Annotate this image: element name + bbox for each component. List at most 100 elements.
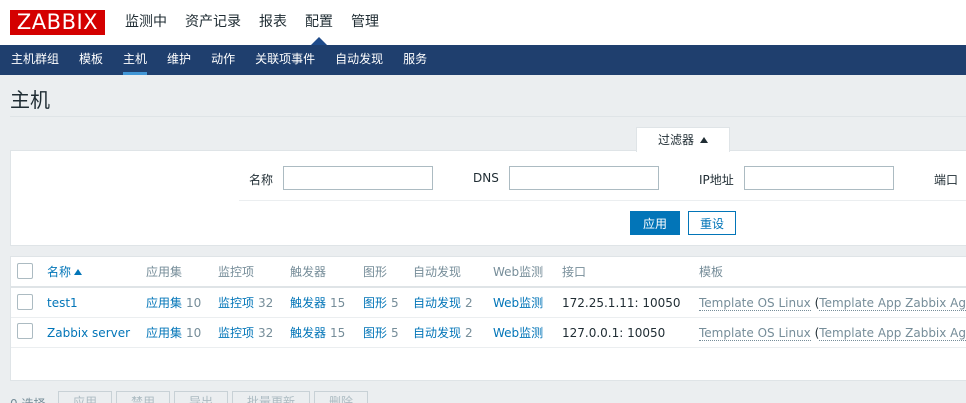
templates-cell: Template OS Linux (Template App Zabbix A… <box>699 288 966 318</box>
mass-delete-button[interactable]: 删除 <box>314 391 369 403</box>
mass-action-bar: 0 选择 应用 禁用 导出 批量更新 删除 <box>10 390 966 403</box>
sub-nav-actions[interactable]: 动作 <box>201 45 245 75</box>
filter-apply-button[interactable]: 应用 <box>630 211 681 235</box>
main-nav-inventory[interactable]: 资产记录 <box>176 0 250 45</box>
header-items: 监控项 <box>218 265 255 279</box>
applications-cell: 应用集 10 <box>146 318 201 348</box>
mass-export-button[interactable]: 导出 <box>174 391 229 403</box>
sub-nav-correlation[interactable]: 关联项事件 <box>245 45 325 75</box>
triggers-cell: 触发器 15 <box>290 288 345 318</box>
main-nav: 监测中 资产记录 报表 配置 管理 <box>116 0 388 45</box>
discovery-count: 2 <box>465 326 473 340</box>
host-name-link[interactable]: Zabbix server <box>47 318 130 348</box>
triggers-count: 15 <box>330 326 346 340</box>
parent-template-link[interactable]: Template App Zabbix Agent <box>819 326 966 341</box>
filter-name-label: 名称 <box>249 173 274 187</box>
discovery-cell: 自动发现 2 <box>413 288 473 318</box>
template-link[interactable]: Template OS Linux <box>699 296 811 311</box>
applications-link[interactable]: 应用集 <box>146 296 182 310</box>
triggers-cell: 触发器 15 <box>290 318 345 348</box>
row-checkbox[interactable] <box>17 294 33 310</box>
graphs-cell: 图形 5 <box>363 318 399 348</box>
triggers-link[interactable]: 触发器 <box>290 326 326 340</box>
filter-ip-label: IP地址 <box>699 173 734 187</box>
triggers-count: 15 <box>330 296 346 310</box>
hosts-table: 名称 应用集 监控项 触发器 图形 自动发现 Web监测 接口 模板 test1… <box>10 256 966 381</box>
sub-nav-services[interactable]: 服务 <box>393 45 437 75</box>
filter-port-label: 端口 <box>934 173 959 187</box>
discovery-link[interactable]: 自动发现 <box>413 326 461 340</box>
sub-nav-host-groups[interactable]: 主机群组 <box>1 45 69 75</box>
mass-enable-button[interactable]: 应用 <box>58 391 113 403</box>
table-row: test1 应用集 10 监控项 32 触发器 15 图形 5 自动发现 2 Web监测 … <box>11 288 966 318</box>
mass-disable-button[interactable]: 禁用 <box>116 391 171 403</box>
templates-cell: Template OS Linux (Template App Zabbix A… <box>699 318 966 348</box>
items-link[interactable]: 监控项 <box>218 296 254 310</box>
sub-nav-maintenance[interactable]: 维护 <box>157 45 201 75</box>
graphs-cell: 图形 5 <box>363 288 399 318</box>
applications-count: 10 <box>186 296 202 310</box>
applications-cell: 应用集 10 <box>146 288 201 318</box>
sub-nav-discovery[interactable]: 自动发现 <box>325 45 393 75</box>
header-triggers: 触发器 <box>290 265 327 279</box>
host-name-link[interactable]: test1 <box>47 288 78 318</box>
sort-asc-icon <box>74 269 83 275</box>
parent-template-link[interactable]: Template App Zabbix Agent <box>819 296 966 311</box>
web-link[interactable]: Web监测 <box>493 288 543 318</box>
filter-tab-label: 过滤器 <box>657 133 694 147</box>
select-all-checkbox[interactable] <box>17 263 33 279</box>
graphs-link[interactable]: 图形 <box>363 296 387 310</box>
filter-dns-input[interactable] <box>509 166 659 190</box>
mass-update-button[interactable]: 批量更新 <box>232 391 311 403</box>
template-link[interactable]: Template OS Linux <box>699 326 811 341</box>
main-nav-reports[interactable]: 报表 <box>250 0 296 45</box>
page-title: 主机 <box>10 88 50 112</box>
main-nav-monitoring[interactable]: 监测中 <box>116 0 176 45</box>
graphs-link[interactable]: 图形 <box>363 326 387 340</box>
title-divider <box>10 116 966 117</box>
sub-nav-templates[interactable]: 模板 <box>69 45 113 75</box>
filter-tab[interactable]: 过滤器 <box>636 127 730 152</box>
items-cell: 监控项 32 <box>218 288 273 318</box>
graphs-count: 5 <box>391 326 399 340</box>
triggers-link[interactable]: 触发器 <box>290 296 326 310</box>
graphs-count: 5 <box>391 296 399 310</box>
filter-divider <box>239 200 966 201</box>
discovery-count: 2 <box>465 296 473 310</box>
items-link[interactable]: 监控项 <box>218 326 254 340</box>
items-count: 32 <box>258 296 274 310</box>
header-discovery: 自动发现 <box>413 265 462 279</box>
discovery-link[interactable]: 自动发现 <box>413 296 461 310</box>
row-checkbox[interactable] <box>17 323 33 339</box>
zabbix-logo[interactable]: ZABBIX <box>10 10 105 35</box>
interface-value: 127.0.0.1: 10050 <box>562 326 666 340</box>
top-bar: ZABBIX 监测中 资产记录 报表 配置 管理 <box>0 0 966 45</box>
table-row: Zabbix server 应用集 10 监控项 32 触发器 15 图形 5 自动发现… <box>11 318 966 348</box>
caret-up-icon <box>700 137 708 143</box>
web-link[interactable]: Web监测 <box>493 318 543 348</box>
filter-panel: 名称 DNS IP地址 端口 应用 重设 <box>10 150 966 246</box>
interface-value: 172.25.1.11: 10050 <box>562 296 681 310</box>
items-cell: 监控项 32 <box>218 318 273 348</box>
sub-nav: 主机群组 模板 主机 维护 动作 关联项事件 自动发现 服务 <box>0 45 966 75</box>
header-graphs: 图形 <box>363 265 388 279</box>
applications-link[interactable]: 应用集 <box>146 326 182 340</box>
sub-nav-hosts[interactable]: 主机 <box>113 45 157 75</box>
table-header: 名称 应用集 监控项 触发器 图形 自动发现 Web监测 接口 模板 <box>11 257 966 288</box>
applications-count: 10 <box>186 326 202 340</box>
filter-name-input[interactable] <box>283 166 433 190</box>
filter-ip-input[interactable] <box>744 166 894 190</box>
main-nav-configuration[interactable]: 配置 <box>296 0 342 45</box>
discovery-cell: 自动发现 2 <box>413 318 473 348</box>
main-nav-administration[interactable]: 管理 <box>342 0 388 45</box>
selected-count: 0 选择 <box>10 395 45 403</box>
header-name-label: 名称 <box>47 265 72 279</box>
filter-dns-label: DNS <box>473 171 499 185</box>
header-web: Web监测 <box>493 265 544 279</box>
header-name[interactable]: 名称 <box>47 257 83 287</box>
filter-reset-button[interactable]: 重设 <box>688 211 737 235</box>
header-interface: 接口 <box>562 265 587 279</box>
header-templates: 模板 <box>699 265 724 279</box>
header-applications: 应用集 <box>146 265 183 279</box>
items-count: 32 <box>258 326 274 340</box>
